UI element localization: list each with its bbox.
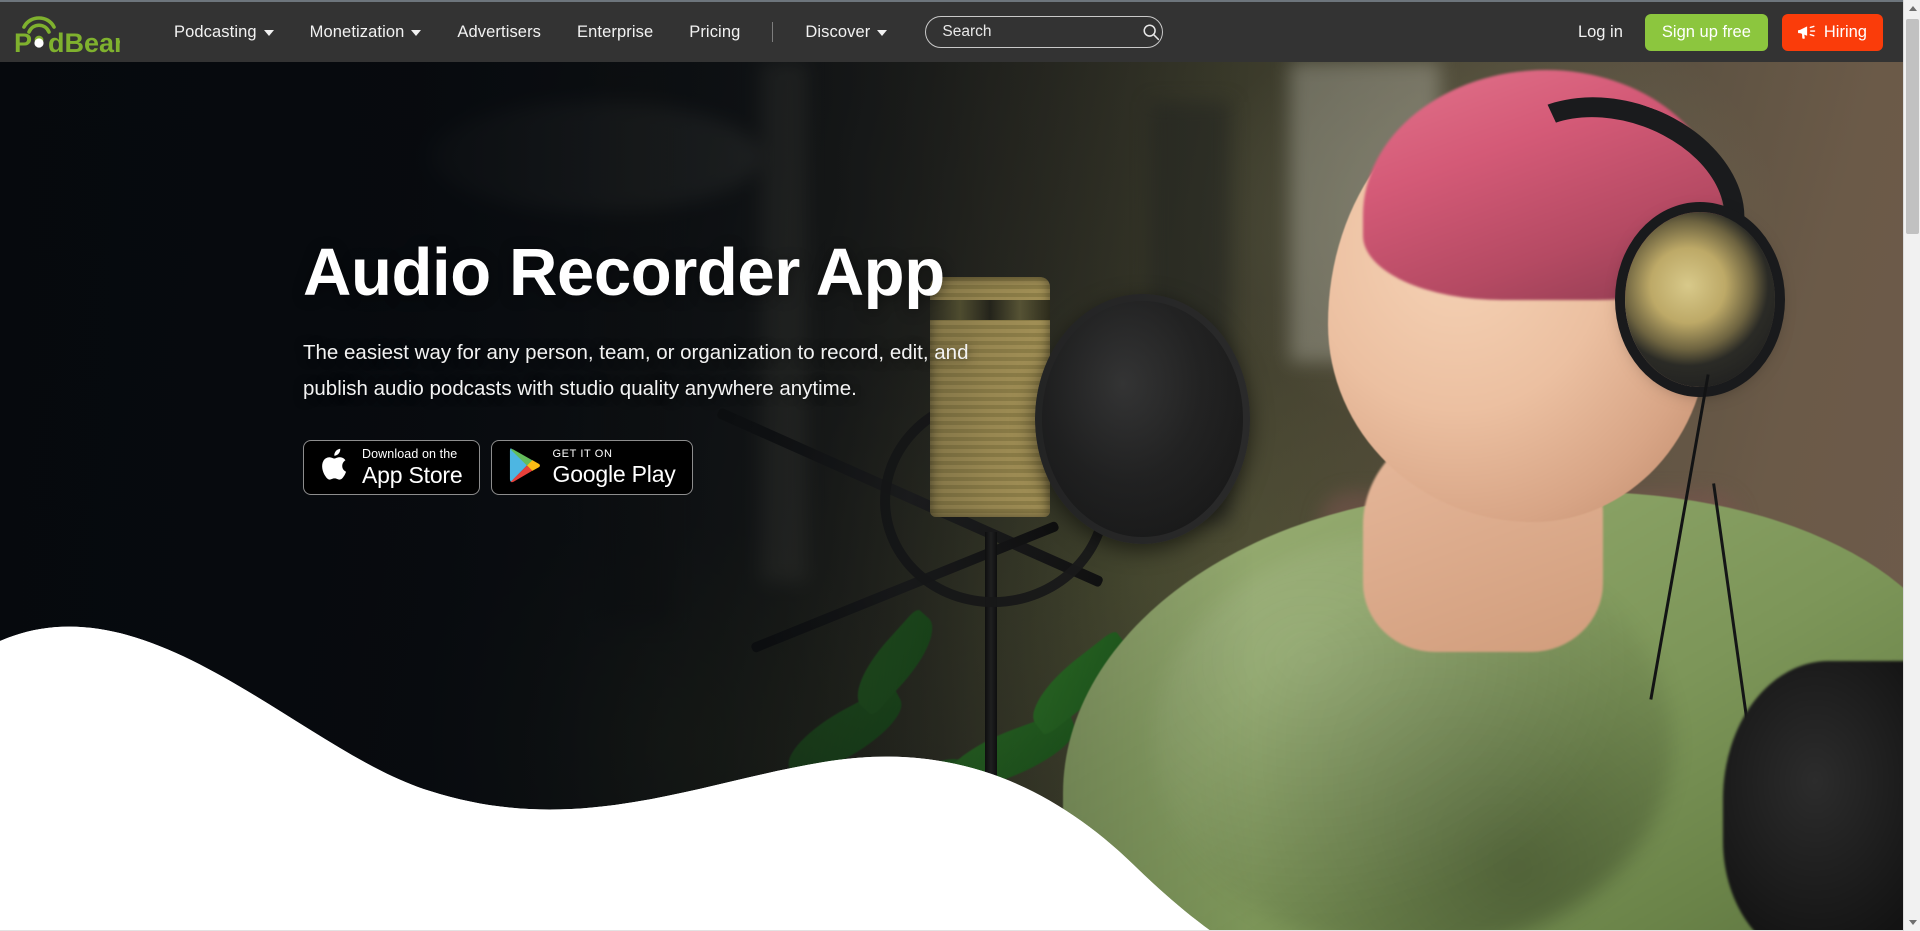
- google-play-badge[interactable]: GET IT ON Google Play: [490, 439, 693, 495]
- hero-scrim-overlay: [0, 62, 1903, 931]
- scroll-up-arrow[interactable]: [1904, 0, 1920, 17]
- svg-text:P: P: [14, 28, 32, 57]
- nav-item-monetization[interactable]: Monetization: [292, 15, 440, 50]
- nav-label-discover: Discover: [805, 22, 871, 41]
- app-store-small-label: Download on the: [362, 447, 458, 462]
- nav-label-monetization: Monetization: [309, 22, 405, 41]
- google-play-small-label: GET IT ON: [552, 447, 613, 460]
- chevron-down-icon: [263, 30, 274, 36]
- hiring-button[interactable]: Hiring: [1781, 13, 1883, 51]
- nav-left-group: P dBean Podcasting Monetization: [0, 7, 1164, 58]
- search-input[interactable]: [942, 23, 1143, 41]
- podbean-logo[interactable]: P dBean: [10, 7, 131, 58]
- google-play-icon: [508, 447, 542, 488]
- nav-item-podcasting[interactable]: Podcasting: [156, 15, 292, 50]
- apple-icon: [320, 446, 351, 489]
- app-download-buttons: Download on the App Store GET IT ON Goog…: [303, 439, 1063, 495]
- google-play-big-label: Google Play: [552, 460, 676, 487]
- signup-free-button[interactable]: Sign up free: [1644, 13, 1768, 51]
- svg-text:dBean: dBean: [48, 28, 120, 57]
- app-store-big-label: App Store: [362, 461, 463, 488]
- top-navigation-bar: P dBean Podcasting Monetization: [0, 0, 1903, 62]
- nav-right-group: Log in Sign up free Hiring: [1570, 13, 1903, 51]
- scroll-down-arrow[interactable]: [1904, 914, 1920, 931]
- chevron-up-icon: [1908, 6, 1917, 11]
- hiring-label: Hiring: [1823, 22, 1867, 41]
- scroll-thumb[interactable]: [1906, 19, 1919, 234]
- app-store-text: Download on the App Store: [362, 448, 463, 487]
- nav-item-discover[interactable]: Discover: [787, 15, 905, 50]
- vertical-scrollbar[interactable]: [1903, 0, 1920, 931]
- hero-subtitle: The easiest way for any person, team, or…: [303, 341, 969, 400]
- nav-item-pricing[interactable]: Pricing: [671, 15, 758, 50]
- hero-content: Audio Recorder App The easiest way for a…: [303, 235, 1063, 495]
- chevron-down-icon: [877, 30, 888, 36]
- app-store-badge[interactable]: Download on the App Store: [303, 439, 480, 495]
- hero-title: Audio Recorder App: [303, 235, 945, 310]
- hero-section: Audio Recorder App The easiest way for a…: [0, 62, 1903, 931]
- nav-divider: [772, 22, 774, 42]
- login-link[interactable]: Log in: [1570, 17, 1631, 48]
- nav-item-advertisers[interactable]: Advertisers: [439, 15, 559, 50]
- search-box[interactable]: [925, 16, 1164, 48]
- search-icon[interactable]: [1142, 23, 1160, 41]
- nav-label-enterprise: Enterprise: [577, 22, 654, 41]
- browser-viewport: Audio Recorder App The easiest way for a…: [0, 0, 1920, 931]
- chevron-down-icon: [1908, 920, 1917, 925]
- nav-item-enterprise[interactable]: Enterprise: [559, 15, 671, 50]
- nav-label-advertisers: Advertisers: [457, 22, 542, 41]
- page-content: Audio Recorder App The easiest way for a…: [0, 0, 1903, 931]
- nav-label-pricing: Pricing: [689, 22, 741, 41]
- megaphone-icon: [1797, 24, 1817, 40]
- hero-background-photo: [0, 62, 1903, 931]
- google-play-text: GET IT ON Google Play: [552, 447, 676, 487]
- main-nav-links: Podcasting Monetization Advertisers Ente…: [156, 15, 905, 50]
- nav-label-podcasting: Podcasting: [174, 22, 257, 41]
- chevron-down-icon: [411, 30, 422, 36]
